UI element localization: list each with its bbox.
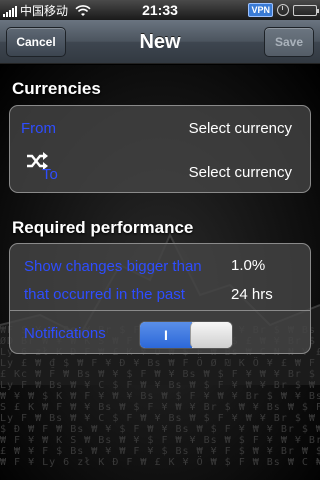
changes-label: Show changes bigger than: [24, 258, 202, 275]
to-currency-row[interactable]: To Select currency: [10, 150, 310, 192]
toggle-knob[interactable]: [190, 322, 232, 348]
currencies-header: Currencies: [12, 79, 101, 98]
status-right: VPN: [248, 3, 319, 17]
battery-icon: [293, 4, 319, 16]
performance-group: Show changes bigger than 1.0% that occur…: [9, 243, 311, 354]
period-value: 24 hrs: [231, 286, 273, 303]
performance-header: Required performance: [12, 218, 194, 237]
toggle-on-indicator: I: [140, 322, 192, 348]
clock-icon: [277, 4, 289, 16]
to-currency-value: Select currency: [188, 164, 292, 181]
to-label: To: [42, 166, 58, 183]
navigation-bar: Cancel New Save: [0, 20, 320, 64]
notifications-label: Notifications: [24, 325, 106, 342]
from-currency-row[interactable]: From Select currency: [10, 106, 310, 150]
notifications-toggle[interactable]: I: [139, 321, 233, 349]
vpn-badge: VPN: [248, 3, 273, 17]
change-threshold-row[interactable]: Show changes bigger than 1.0% that occur…: [10, 244, 310, 304]
save-button[interactable]: Save: [264, 27, 314, 57]
from-label: From: [21, 120, 56, 137]
period-label: that occurred in the past: [24, 286, 185, 303]
currencies-group: From Select currency To Select currency: [9, 105, 311, 193]
from-currency-value: Select currency: [188, 120, 292, 137]
status-bar: 中国移动 21:33 VPN: [0, 0, 320, 20]
changes-value: 1.0%: [231, 257, 266, 274]
notifications-row: Notifications I: [10, 310, 310, 353]
